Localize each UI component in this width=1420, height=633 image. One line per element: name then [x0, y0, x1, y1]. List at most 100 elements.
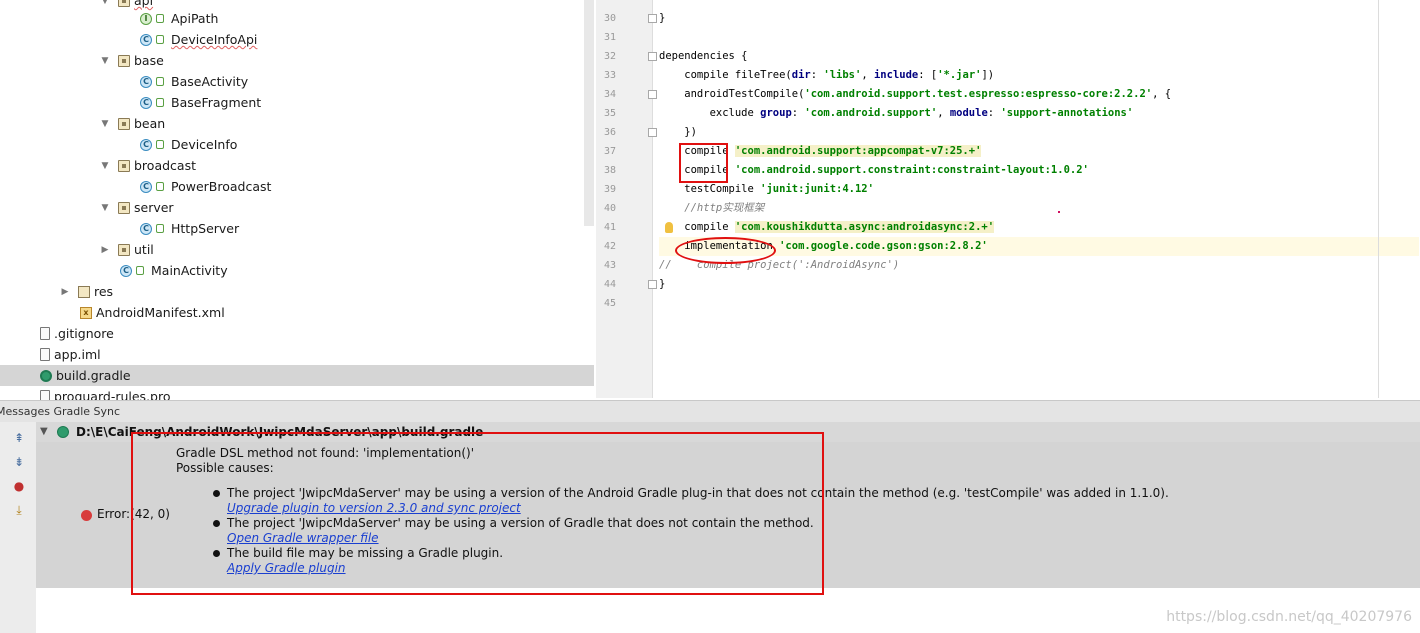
code-area[interactable]: } dependencies { compile fileTree(dir: '… [659, 9, 1419, 313]
tree-item-label: bean [134, 116, 166, 131]
collapse-all-icon[interactable]: ⇟ [12, 455, 26, 469]
tree-item-label: proguard-rules.pro [54, 389, 171, 400]
tree-row-deviceinfoapi[interactable]: C DeviceInfoApi [0, 29, 594, 50]
tree-row-apipath[interactable]: I ApiPath [0, 8, 594, 29]
code-editor[interactable]: 30 31 32 33 34 35 36 37 38 39 40 41 42 4… [596, 0, 1420, 398]
tree-item-label: PowerBroadcast [171, 179, 272, 194]
expand-all-icon[interactable]: ⇞ [12, 431, 26, 445]
code-line-35: exclude group: 'com.android.support', mo… [659, 107, 1134, 119]
code-line-43: // compile project(':AndroidAsync') [659, 259, 900, 271]
fold-marker-icon[interactable] [648, 52, 657, 61]
class-icon: C [140, 96, 152, 109]
collapse-arrow-icon[interactable]: ▶ [60, 287, 70, 297]
tree-row-server[interactable]: ▼ server [0, 197, 594, 218]
line-number: 43 [603, 260, 616, 271]
tree-row-mainactivity[interactable]: C MainActivity [0, 260, 594, 281]
export-icon[interactable]: ⤓ [12, 503, 26, 517]
lock-icon [136, 266, 144, 275]
class-icon: C [120, 264, 132, 277]
expand-arrow-icon[interactable]: ▼ [100, 0, 110, 6]
editor-right-margin [1378, 0, 1379, 398]
tree-row-bean[interactable]: ▼ bean [0, 113, 594, 134]
tree-item-label: MainActivity [151, 263, 228, 278]
fold-marker-icon[interactable] [648, 128, 657, 137]
tree-item-label: DeviceInfo [171, 137, 238, 152]
messages-panel: Messages Gradle Sync ⇞ ⇟ ● ⤓ ▼ D:\E\CaiF… [0, 400, 1420, 633]
tree-item-label: build.gradle [56, 368, 131, 383]
tree-row-buildgradle[interactable]: build.gradle [0, 365, 594, 386]
code-line-44: } [659, 278, 666, 290]
code-line-41: compile 'com.koushikdutta.async:androida… [659, 221, 995, 233]
fold-marker-icon[interactable] [648, 14, 657, 23]
watermark: https://blog.csdn.net/qq_40207976 [1166, 609, 1412, 625]
tree-row-res[interactable]: ▶ res [0, 281, 594, 302]
line-number: 32 [603, 51, 616, 62]
tree-item-label: broadcast [134, 158, 196, 173]
tree-scrollbar[interactable] [584, 0, 594, 226]
file-icon [40, 390, 50, 400]
marker-dot [1058, 211, 1060, 213]
lock-icon [156, 140, 164, 149]
tree-row-util[interactable]: ▶ util [0, 239, 594, 260]
tree-row-proguard[interactable]: proguard-rules.pro [0, 386, 594, 400]
messages-title: Messages Gradle Sync [0, 405, 121, 418]
tree-row-basefragment[interactable]: C BaseFragment [0, 92, 594, 113]
lock-icon [156, 182, 164, 191]
fold-marker-icon[interactable] [648, 280, 657, 289]
messages-toolbar: ⇞ ⇟ ● ⤓ [0, 422, 37, 633]
project-tree-panel: ▼ api I ApiPath C DeviceInfoApi ▼ base C… [0, 0, 594, 400]
tree-item-label: .gitignore [54, 326, 114, 341]
package-icon [118, 0, 130, 7]
tree-row-httpserver[interactable]: C HttpServer [0, 218, 594, 239]
tree-row-baseactivity[interactable]: C BaseActivity [0, 71, 594, 92]
package-icon [118, 243, 130, 256]
expand-arrow-icon[interactable]: ▼ [100, 56, 110, 66]
tree-item-label: BaseActivity [171, 74, 249, 89]
show-errors-icon[interactable]: ● [12, 479, 26, 493]
tree-item-label: res [94, 284, 114, 299]
file-icon [40, 348, 50, 361]
editor-gutter: 30 31 32 33 34 35 36 37 38 39 40 41 42 4… [596, 0, 657, 398]
class-icon: C [140, 138, 152, 151]
line-number: 31 [603, 32, 616, 43]
code-line-38: compile 'com.android.support.constraint:… [659, 164, 1089, 176]
interface-icon: I [140, 12, 152, 25]
expand-arrow-icon[interactable]: ▼ [40, 422, 48, 442]
tree-item-label: server [134, 200, 174, 215]
line-number: 33 [603, 70, 616, 81]
code-line-37: compile 'com.android.support:appcompat-v… [659, 145, 982, 157]
line-number: 36 [603, 127, 616, 138]
red-annotation-box [131, 432, 824, 595]
line-number: 41 [603, 222, 616, 233]
tree-row-base[interactable]: ▼ base [0, 50, 594, 71]
line-number: 34 [603, 89, 616, 100]
expand-arrow-icon[interactable]: ▼ [100, 119, 110, 129]
file-icon [40, 327, 50, 340]
class-icon: C [140, 75, 152, 88]
lock-icon [156, 224, 164, 233]
class-icon: C [140, 180, 152, 193]
tree-row-broadcast[interactable]: ▼ broadcast [0, 155, 594, 176]
package-icon [118, 54, 130, 67]
expand-arrow-icon[interactable]: ▼ [100, 203, 110, 213]
line-number: 37 [603, 146, 616, 157]
tree-row-powerbroadcast[interactable]: C PowerBroadcast [0, 176, 594, 197]
messages-list[interactable]: ▼ D:\E\CaiFeng\AndroidWork\JwipcMdaServe… [36, 422, 1420, 633]
tree-row-androidmanifest[interactable]: x AndroidManifest.xml [0, 302, 594, 323]
line-number: 45 [603, 298, 616, 309]
collapse-arrow-icon[interactable]: ▶ [100, 245, 110, 255]
tree-row-gitignore[interactable]: .gitignore [0, 323, 594, 344]
expand-arrow-icon[interactable]: ▼ [100, 161, 110, 171]
tree-item-label: base [134, 53, 164, 68]
fold-marker-icon[interactable] [648, 90, 657, 99]
tree-row-appiml[interactable]: app.iml [0, 344, 594, 365]
tree-row-deviceinfo[interactable]: C DeviceInfo [0, 134, 594, 155]
line-numbers: 30 31 32 33 34 35 36 37 38 39 40 41 42 4… [596, 9, 616, 313]
lock-icon [156, 14, 164, 23]
lightbulb-icon[interactable] [665, 222, 673, 233]
package-icon [118, 201, 130, 214]
code-line-34: androidTestCompile('com.android.support.… [659, 88, 1172, 100]
line-number: 30 [603, 13, 616, 24]
class-icon: C [140, 222, 152, 235]
